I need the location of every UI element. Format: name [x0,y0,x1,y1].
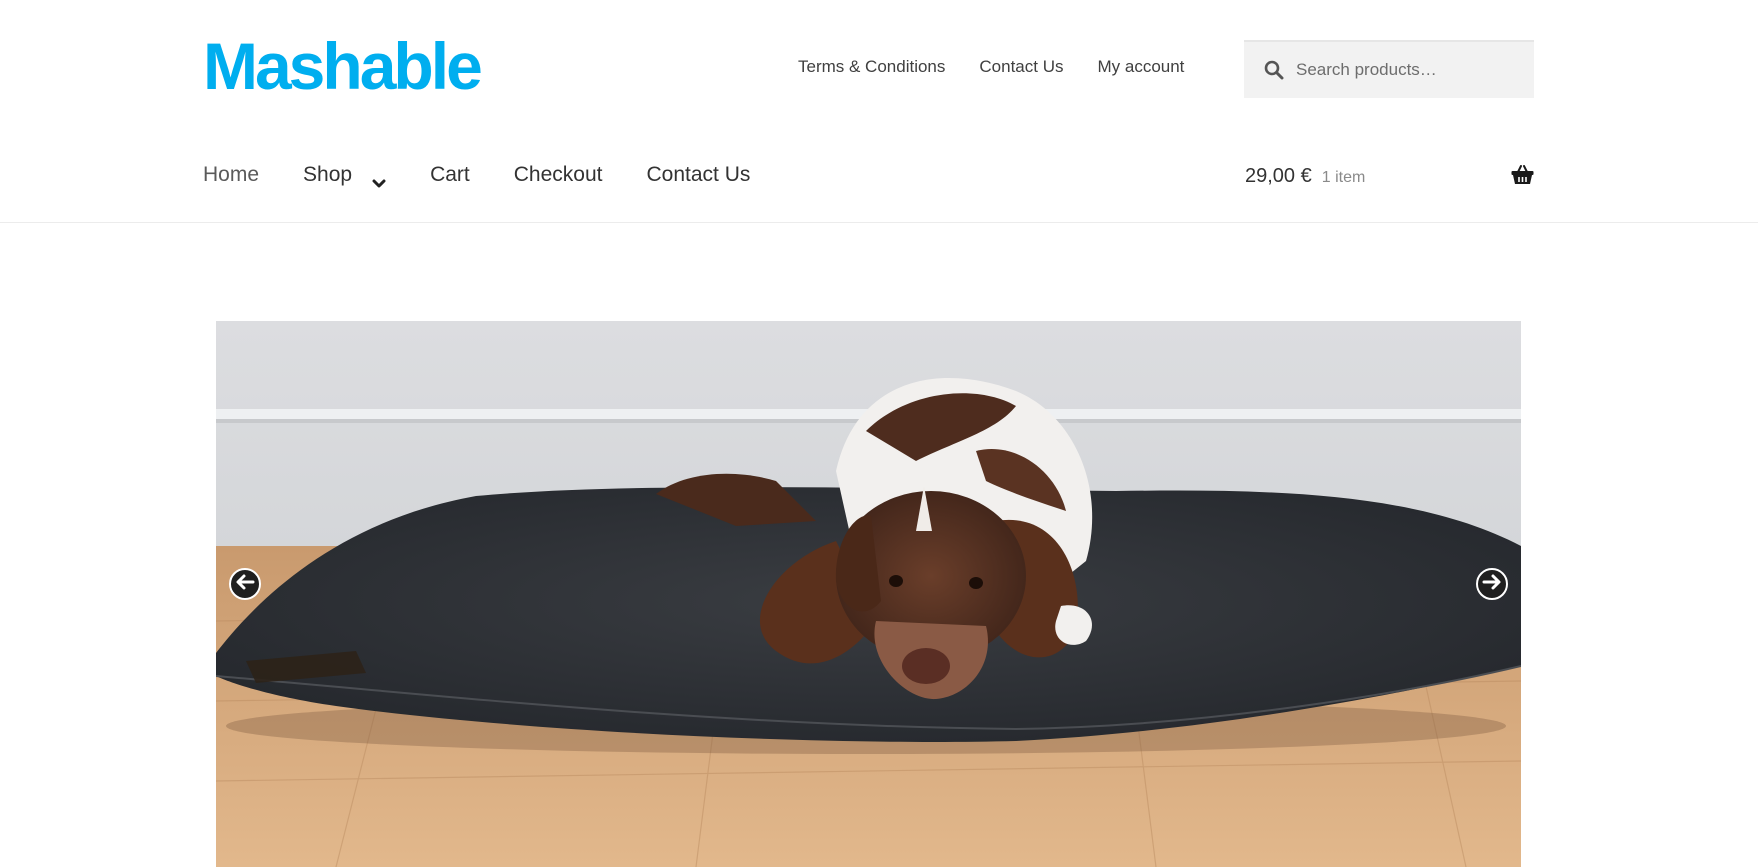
hero-slider [216,321,1521,867]
nav-item-cart[interactable]: Cart [430,162,470,188]
basket-icon[interactable] [1511,165,1534,185]
dog-on-cushion-photo [216,321,1521,867]
site-header: Mashable Terms & Conditions Contact Us M… [0,0,1758,223]
nav-item-label: Contact Us [646,163,751,186]
cart-amount: 29,00 € [1245,165,1312,187]
primary-nav: Home Shop Cart Checkout Contact Us [203,162,750,188]
nav-item-home[interactable]: Home [203,162,259,188]
chevron-down-icon[interactable] [372,170,386,188]
nav-item-checkout[interactable]: Checkout [514,162,603,188]
search-input[interactable] [1294,50,1514,90]
nav-item-shop[interactable]: Shop [303,162,386,188]
nav-item-label: Checkout [513,163,603,186]
nav-item-label: Home [203,163,260,186]
nav-item-label: Cart [430,163,470,186]
slider-prev-button[interactable] [229,568,261,600]
secondary-nav: Terms & Conditions Contact Us My account [798,56,1184,78]
nav-item-contact[interactable]: Contact Us [646,162,750,188]
arrow-right-icon [1482,573,1502,596]
nav-item-label: Shop [303,163,353,186]
secondary-nav-account-link[interactable]: My account [1097,56,1184,78]
arrow-left-icon [235,573,255,596]
slider-next-button[interactable] [1476,568,1508,600]
cart-item-count: 1 item [1321,169,1366,186]
product-search-box [1244,40,1534,98]
header-cart-link[interactable]: 29,00 € 1 item [1245,163,1365,189]
secondary-nav-contact-link[interactable]: Contact Us [979,56,1063,78]
site-logo[interactable]: Mashable [203,30,483,102]
search-icon [1264,60,1284,80]
secondary-nav-terms-link[interactable]: Terms & Conditions [798,56,945,78]
